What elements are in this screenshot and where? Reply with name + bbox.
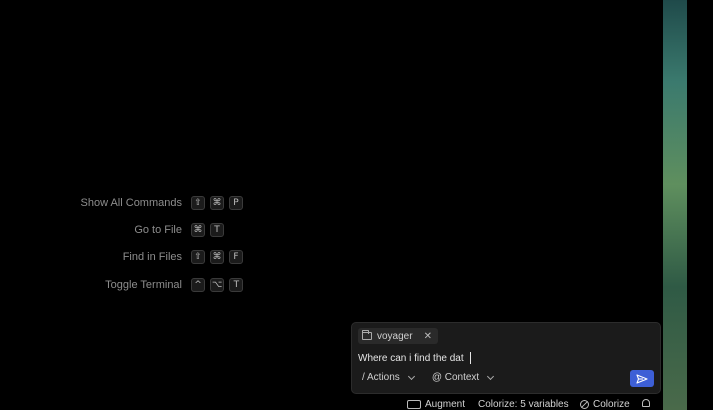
shortcut-keys: ⇧ ⌘ P <box>191 196 243 210</box>
shortcut-go-to-file[interactable]: Go to File ⌘ T <box>0 223 260 239</box>
shortcut-keys: ⇧ ⌘ F <box>191 250 243 264</box>
context-dropdown[interactable]: @ Context <box>431 372 495 383</box>
shortcut-label: Find in Files <box>122 251 182 263</box>
bell-icon <box>642 399 650 407</box>
shortcut-label: Go to File <box>134 224 182 236</box>
f-key: F <box>229 250 243 264</box>
shortcut-label: Show All Commands <box>80 197 183 209</box>
context-chip-label: voyager <box>377 330 413 342</box>
disabled-icon <box>580 400 589 409</box>
shortcut-keys: ⌘ T <box>191 223 224 237</box>
shift-key: ⇧ <box>191 196 205 210</box>
chevron-down-icon <box>487 372 495 380</box>
colorize-variables-label: Colorize: 5 variables <box>478 399 569 410</box>
augment-status[interactable]: Augment <box>407 399 465 410</box>
t-key: T <box>210 223 224 237</box>
control-key: ^ <box>191 278 205 292</box>
notifications[interactable] <box>642 399 650 407</box>
send-button[interactable] <box>630 370 654 387</box>
context-chip[interactable]: voyager ✕ <box>358 328 438 344</box>
folder-icon <box>362 330 372 340</box>
command-key: ⌘ <box>210 196 224 210</box>
colorize-variables-status[interactable]: Colorize: 5 variables <box>478 399 569 410</box>
send-icon <box>636 373 648 384</box>
chevron-down-icon <box>407 372 415 380</box>
shift-key: ⇧ <box>191 250 205 264</box>
background-image-strip <box>663 0 687 410</box>
t-key: T <box>229 278 244 292</box>
chat-input[interactable] <box>358 351 648 365</box>
window-edge <box>687 0 713 410</box>
shortcut-show-all-commands[interactable]: Show All Commands ⇧ ⌘ P <box>0 196 260 212</box>
augment-label: Augment <box>425 399 466 410</box>
close-icon[interactable]: ✕ <box>424 331 432 342</box>
colorize-status[interactable]: Colorize <box>580 399 630 410</box>
shortcut-label: Toggle Terminal <box>105 279 182 291</box>
shortcut-toggle-terminal[interactable]: Toggle Terminal ^ ⌥ T <box>0 278 260 294</box>
actions-label: / Actions <box>362 372 400 383</box>
actions-dropdown[interactable]: / Actions <box>362 372 415 383</box>
context-label: @ Context <box>431 372 480 383</box>
p-key: P <box>229 196 243 210</box>
command-key: ⌘ <box>191 223 205 237</box>
text-caret <box>470 352 471 364</box>
chat-toolbar: / Actions @ Context <box>362 372 495 383</box>
shortcut-keys: ^ ⌥ T <box>191 278 244 292</box>
option-key: ⌥ <box>210 278 225 292</box>
shortcut-find-in-files[interactable]: Find in Files ⇧ ⌘ F <box>0 250 260 266</box>
colorize-label: Colorize <box>593 399 630 410</box>
command-key: ⌘ <box>210 250 224 264</box>
chat-panel: voyager ✕ / Actions @ Context <box>351 322 661 394</box>
augment-icon <box>407 400 421 409</box>
status-bar: Augment Colorize: 5 variables Colorize <box>0 398 713 410</box>
